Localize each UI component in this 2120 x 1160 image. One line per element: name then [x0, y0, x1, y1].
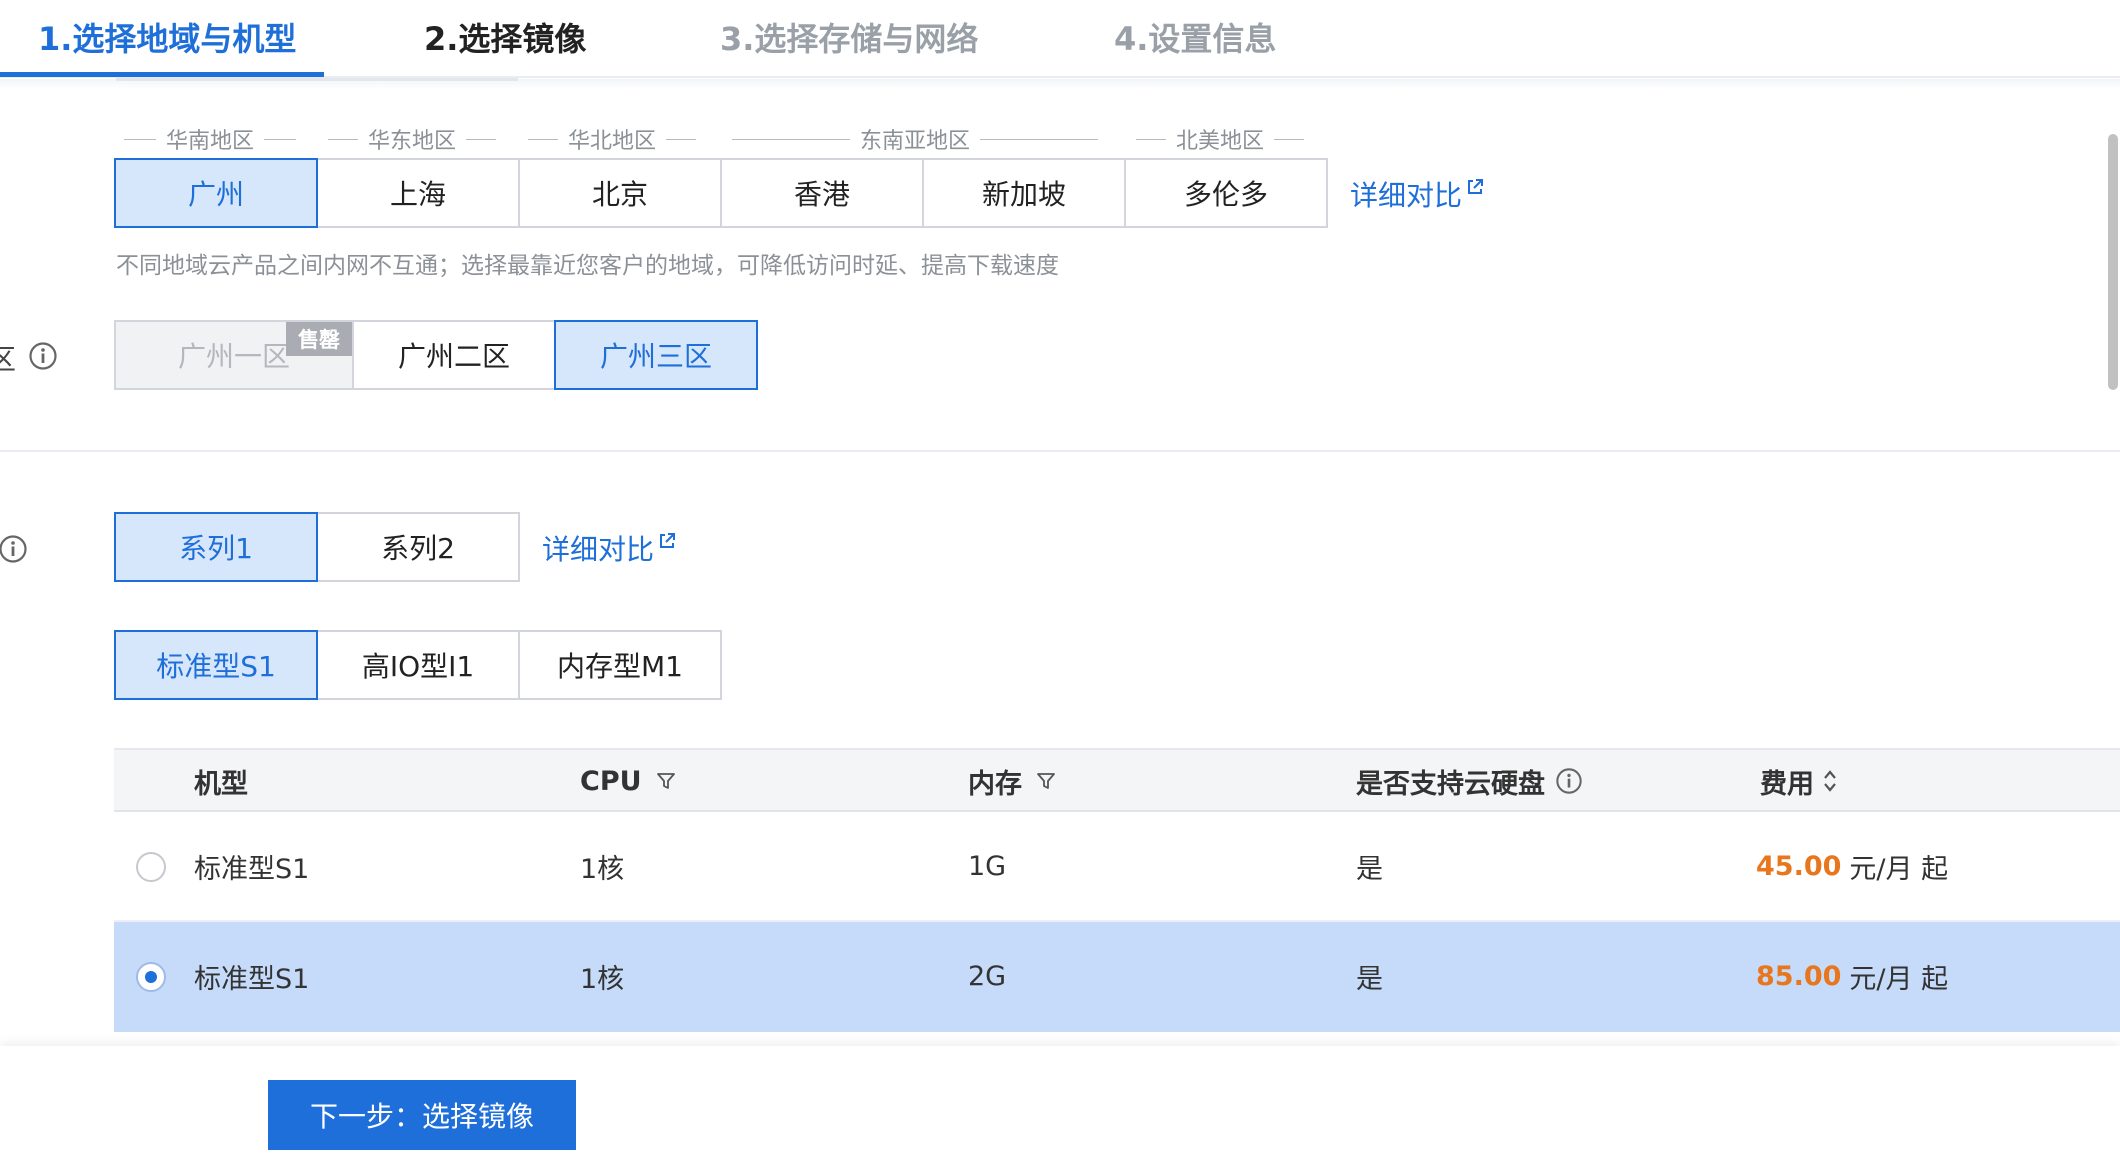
cell-fee: 45.00 元/月 起: [1756, 812, 1948, 920]
price-unit: 元/月 起: [1849, 853, 1949, 885]
step-region-model[interactable]: 1.选择地域与机型: [38, 14, 296, 60]
table-row[interactable]: 标准型S1 1核 2G 是 85.00 元/月 起: [114, 922, 2120, 1032]
price-value: 45.00: [1756, 850, 1842, 882]
family-option-high-io-i1[interactable]: 高IO型I1: [316, 630, 520, 700]
instance-family-selector: 标准型S1 高IO型I1 内存型M1: [114, 630, 722, 700]
col-memory: 内存: [968, 750, 1056, 812]
step-nav: 1.选择地域与机型 2.选择镜像 3.选择存储与网络 4.设置信息: [0, 0, 2120, 78]
step-image[interactable]: 2.选择镜像: [424, 14, 586, 60]
region-group-north-america: 北美地区: [1136, 125, 1305, 154]
cell-model: 标准型S1: [194, 963, 310, 995]
series-selector: 系列1 系列2: [114, 512, 520, 582]
region-group-north-china: 华北地区: [528, 125, 697, 154]
region-compare-text: 详细对比: [1350, 179, 1463, 212]
row-radio[interactable]: [136, 852, 166, 882]
table-row[interactable]: 标准型S1 1核 1G 是 45.00 元/月 起: [114, 812, 2120, 922]
external-link-icon: [1468, 179, 1484, 194]
zone-label-fragment: 区: [0, 343, 17, 376]
region-option-guangzhou[interactable]: 广州: [114, 158, 318, 228]
footer-bar: 下一步：选择镜像: [0, 1046, 2120, 1160]
cell-model: 标准型S1: [194, 853, 310, 885]
info-icon[interactable]: [1555, 767, 1583, 795]
col-model: 机型: [194, 768, 248, 800]
cell-cloud-disk: 是: [1356, 963, 1383, 995]
zone-option-label: 广州一区: [177, 340, 290, 373]
external-link-icon: [660, 533, 676, 548]
cell-cpu: 1核: [580, 963, 625, 995]
info-icon[interactable]: [0, 534, 28, 564]
zone-option-guangzhou-1: 广州一区 售罄: [114, 320, 354, 390]
series-compare-link[interactable]: 详细对比: [542, 528, 676, 568]
sold-out-badge: 售罄: [286, 322, 352, 356]
section-divider: [0, 450, 2120, 452]
active-step-indicator: [0, 72, 324, 77]
col-cloud-disk: 是否支持云硬盘: [1356, 750, 1583, 812]
next-step-button[interactable]: 下一步：选择镜像: [268, 1080, 576, 1150]
region-group-south-china: 华南地区: [124, 125, 297, 154]
region-option-hongkong[interactable]: 香港: [720, 158, 924, 228]
cell-memory: 1G: [968, 850, 1007, 882]
family-option-memory-m1[interactable]: 内存型M1: [518, 630, 722, 700]
cell-fee: 85.00 元/月 起: [1756, 922, 1948, 1030]
table-header: 机型 CPU 内存 是否支持云硬盘 费用: [114, 748, 2120, 812]
region-hint: 不同地域云产品之间内网不互通；选择最靠近您客户的地域，可降低访问时延、提高下载速…: [116, 253, 1059, 279]
family-option-standard-s1[interactable]: 标准型S1: [114, 630, 318, 700]
region-option-shanghai[interactable]: 上海: [316, 158, 520, 228]
region-option-beijing[interactable]: 北京: [518, 158, 722, 228]
region-compare-link[interactable]: 详细对比: [1350, 174, 1484, 214]
price-value: 85.00: [1756, 960, 1842, 992]
scrolled-content-edge: [116, 78, 518, 81]
cell-memory: 2G: [968, 960, 1007, 992]
zone-option-guangzhou-2[interactable]: 广州二区: [352, 320, 556, 390]
zone-option-guangzhou-3[interactable]: 广州三区: [554, 320, 758, 390]
cell-cloud-disk: 是: [1356, 853, 1383, 885]
step-settings[interactable]: 4.设置信息: [1114, 14, 1276, 60]
region-group-east-china: 华东地区: [328, 125, 497, 154]
scrollbar-thumb[interactable]: [2108, 134, 2118, 390]
step-storage-network[interactable]: 3.选择存储与网络: [720, 14, 978, 60]
region-group-southeast-asia: 东南亚地区: [732, 125, 1099, 154]
region-option-toronto[interactable]: 多伦多: [1124, 158, 1328, 228]
sort-icon[interactable]: [1822, 768, 1838, 794]
filter-icon[interactable]: [656, 771, 676, 791]
series-option-1[interactable]: 系列1: [114, 512, 318, 582]
instance-table: 机型 CPU 内存 是否支持云硬盘 费用 标准型S1 1核 1G 是 45.00…: [114, 748, 2120, 1032]
row-radio[interactable]: [136, 962, 166, 992]
series-option-2[interactable]: 系列2: [316, 512, 520, 582]
filter-icon[interactable]: [1036, 771, 1056, 791]
col-fee[interactable]: 费用: [1760, 750, 1838, 812]
series-compare-text: 详细对比: [542, 533, 655, 566]
info-icon[interactable]: [28, 341, 58, 371]
price-unit: 元/月 起: [1849, 963, 1949, 995]
region-selector: 广州 上海 北京 香港 新加坡 多伦多: [114, 158, 1328, 228]
zone-selector: 广州一区 售罄 广州二区 广州三区: [114, 320, 758, 390]
col-cpu: CPU: [580, 750, 676, 812]
cell-cpu: 1核: [580, 853, 625, 885]
region-option-singapore[interactable]: 新加坡: [922, 158, 1126, 228]
